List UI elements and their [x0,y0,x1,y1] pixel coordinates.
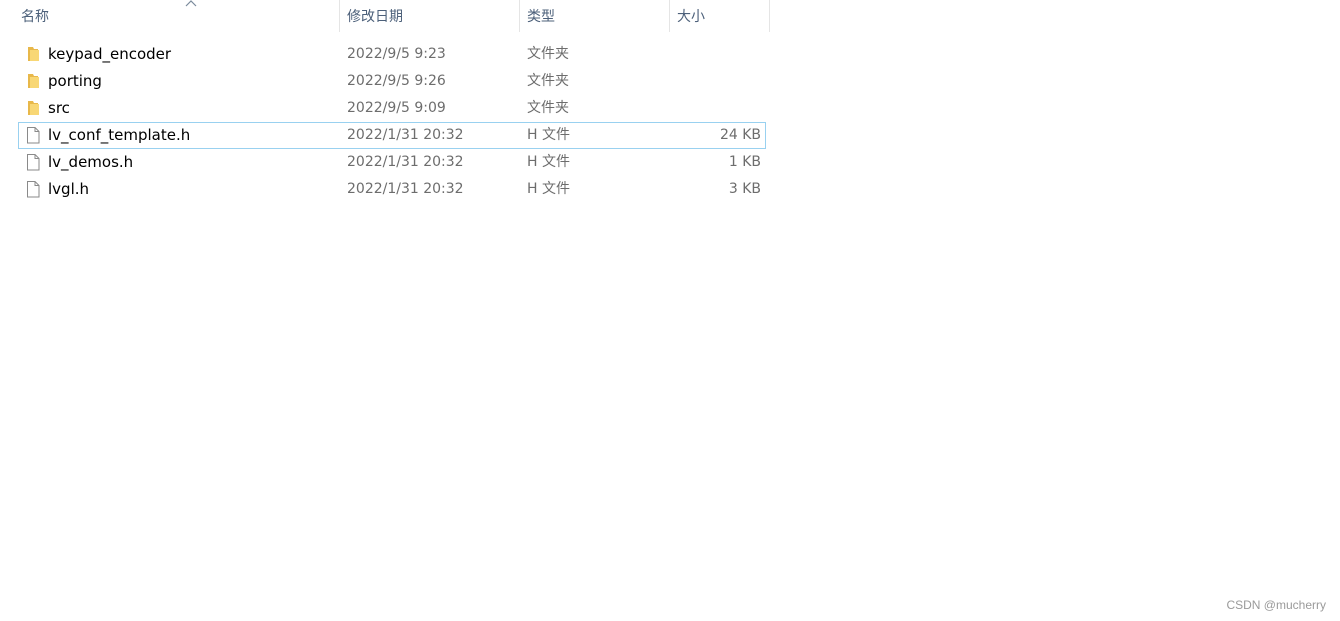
column-header-type-label: 类型 [527,9,555,25]
file-date: 2022/1/31 20:32 [347,127,464,143]
file-row[interactable]: keypad_encoder 2022/9/5 9:23 文件夹 [18,41,766,68]
file-list: keypad_encoder 2022/9/5 9:23 文件夹 porting… [18,41,766,203]
file-name: lvgl.h [48,180,90,198]
column-header-size[interactable]: 大小 [670,0,770,32]
file-explorer: 名称 修改日期 类型 大小 keypad_encoder 2022/9/5 9:… [0,0,1340,621]
column-header-date-label: 修改日期 [347,9,403,25]
folder-icon [28,101,39,115]
file-size: 3 KB [728,181,761,197]
file-icon [27,127,40,144]
file-icon [27,181,40,198]
file-row[interactable]: lv_demos.h 2022/1/31 20:32 H 文件 1 KB [18,149,766,176]
file-name: lv_demos.h [48,153,134,171]
file-date: 2022/9/5 9:23 [347,46,446,62]
file-icon [27,154,40,171]
file-name: porting [48,72,102,90]
file-row[interactable]: lvgl.h 2022/1/31 20:32 H 文件 3 KB [18,176,766,203]
file-date: 2022/1/31 20:32 [347,181,464,197]
file-type: 文件夹 [527,46,569,62]
column-header-name[interactable]: 名称 [14,0,340,32]
column-header-date[interactable]: 修改日期 [340,0,520,32]
file-date: 2022/1/31 20:32 [347,154,464,170]
column-header-bar: 名称 修改日期 类型 大小 [0,0,770,32]
file-name: keypad_encoder [48,45,172,63]
column-header-size-label: 大小 [677,9,705,25]
file-type: H 文件 [527,127,570,143]
file-size: 24 KB [719,127,761,143]
file-date: 2022/9/5 9:26 [347,73,446,89]
file-name: src [48,99,70,117]
file-type: H 文件 [527,154,570,170]
file-type: 文件夹 [527,73,569,89]
file-type: H 文件 [527,181,570,197]
folder-icon [28,74,39,88]
file-row[interactable]: src 2022/9/5 9:09 文件夹 [18,95,766,122]
file-type: 文件夹 [527,100,569,116]
folder-icon [28,47,39,61]
column-header-name-label: 名称 [21,9,49,25]
column-header-type[interactable]: 类型 [520,0,670,32]
file-row[interactable]: lv_conf_template.h 2022/1/31 20:32 H 文件 … [18,122,766,149]
file-size: 1 KB [728,154,761,170]
file-row[interactable]: porting 2022/9/5 9:26 文件夹 [18,68,766,95]
file-date: 2022/9/5 9:09 [347,100,446,116]
sort-up-icon [185,0,197,7]
watermark: CSDN @mucherry [1226,598,1326,612]
file-name: lv_conf_template.h [48,126,191,144]
